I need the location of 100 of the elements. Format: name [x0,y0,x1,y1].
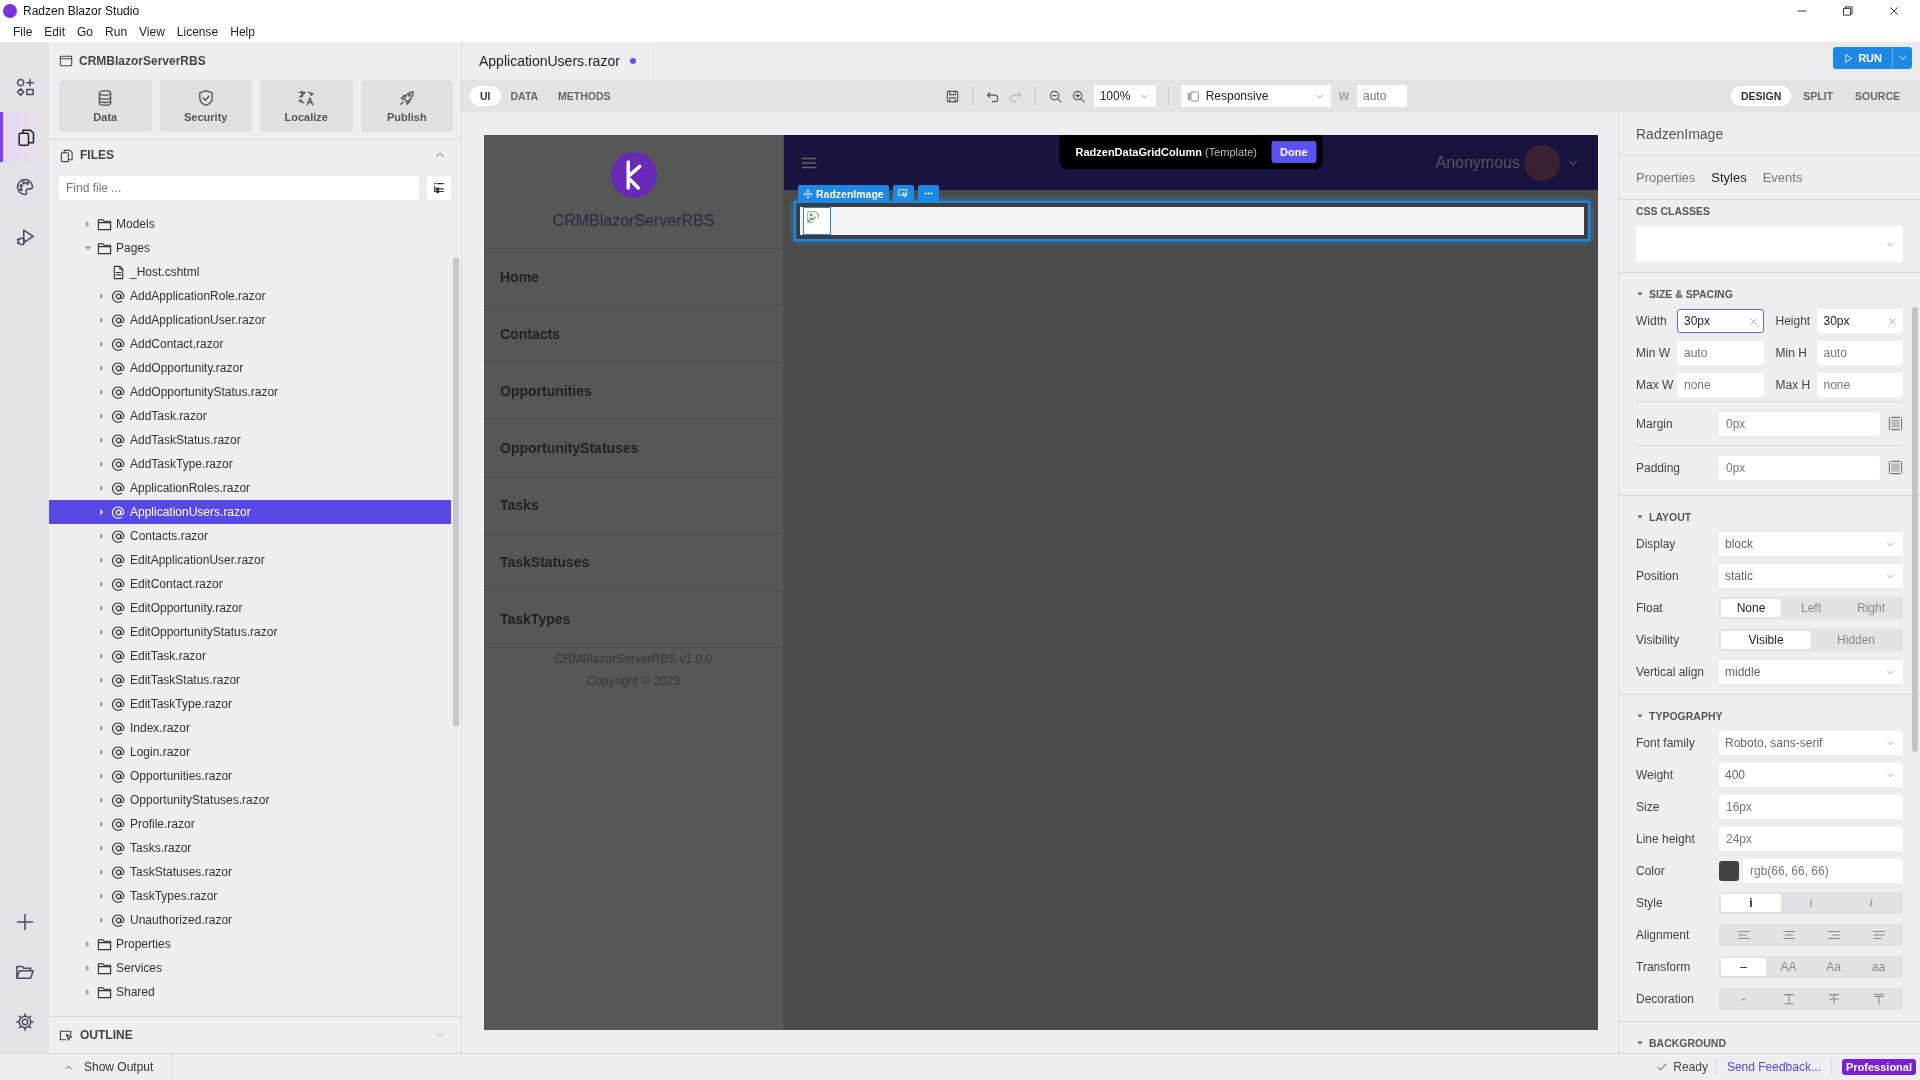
tree-item[interactable]: Tasks.razor [49,836,451,860]
tree-item[interactable]: Opportunities.razor [49,764,451,788]
view-tab[interactable]: SPLIT [1793,86,1844,106]
inspector-tab[interactable]: Events [1762,170,1803,185]
tree-item[interactable]: AddOpportunityStatus.razor [49,380,451,404]
input-field[interactable]: 0px [1719,455,1880,480]
tree-item[interactable]: AddTask.razor [49,404,451,428]
settings-icon[interactable] [14,1012,35,1032]
width-field[interactable]: auto [1357,85,1407,107]
view-tab[interactable]: SOURCE [1845,86,1910,106]
view-tab[interactable]: DESIGN [1731,86,1792,106]
tree-item[interactable]: ApplicationRoles.razor [49,476,451,500]
menu-item[interactable]: Run [99,24,134,39]
menu-item[interactable]: Go [71,24,100,39]
tree-item[interactable]: Models [49,212,451,236]
input-field[interactable]: 16px [1719,795,1903,819]
tree-item[interactable]: AddOpportunity.razor [49,356,451,380]
box-model-icon[interactable] [1888,416,1903,431]
tree-item[interactable]: EditTask.razor [49,644,451,668]
mode-tab[interactable]: METHODS [548,86,621,106]
tree-item[interactable]: Pages [49,236,451,260]
tree-item[interactable]: EditTaskType.razor [49,692,451,716]
input-field[interactable]: auto [1816,341,1903,365]
input-field[interactable]: 0px [1719,411,1880,436]
inspector-tab[interactable]: Styles [1711,170,1747,185]
select-field[interactable]: middle [1719,660,1903,684]
toggle-option[interactable]: Visible [1721,631,1811,649]
tree-item[interactable]: Login.razor [49,740,451,764]
done-button[interactable]: Done [1271,141,1317,163]
inspector-tab[interactable]: Properties [1636,170,1696,185]
tree-item[interactable]: Contacts.razor [49,524,451,548]
tree-item[interactable]: Profile.razor [49,812,451,836]
zoom-in-icon[interactable] [1070,88,1086,104]
input-field[interactable]: auto [1677,341,1764,365]
tree-item[interactable]: EditApplicationUser.razor [49,548,451,572]
toggle-option[interactable]: i [1721,894,1781,912]
tree-item[interactable]: EditOpportunityStatus.razor [49,620,451,644]
input-field[interactable]: rgb(66, 66, 66) [1743,859,1903,883]
tree-item[interactable]: Unauthorized.razor [49,908,451,932]
tree-item[interactable]: Index.razor [49,716,451,740]
zoom-dropdown[interactable]: 100% [1093,85,1156,107]
toggle-option[interactable]: None [1721,599,1781,617]
clear-icon[interactable] [1748,317,1758,326]
zoom-out-icon[interactable] [1047,88,1063,104]
run-button[interactable]: RUN [1833,47,1892,69]
select-field[interactable]: Roboto, sans-serif [1719,731,1903,755]
tree-item[interactable]: TaskStatuses.razor [49,860,451,884]
tree-item[interactable]: _Host.cshtml [49,260,451,284]
tree-item[interactable]: EditOpportunity.razor [49,596,451,620]
menu-item[interactable]: Edit [38,24,72,39]
input-field[interactable]: none [1816,373,1903,397]
tree-item[interactable]: ApplicationUsers.razor [49,500,451,524]
scrollbar[interactable] [453,257,459,727]
show-output-button[interactable]: Show Output [49,1054,173,1080]
tree-item[interactable]: AddApplicationUser.razor [49,308,451,332]
input-field[interactable]: 30px [1677,309,1764,333]
tree-item[interactable]: OpportunityStatuses.razor [49,788,451,812]
tree-item[interactable]: EditContact.razor [49,572,451,596]
menu-item[interactable]: Help [224,24,261,39]
toggle-option[interactable]: – [1721,958,1766,976]
tree-item[interactable]: AddContact.razor [49,332,451,356]
tree-item[interactable]: Shared [49,980,451,1004]
action-button[interactable]: Localize [260,80,353,132]
mode-tab[interactable]: DATA [500,86,549,106]
search-field[interactable]: Find file ... [59,176,419,200]
input-field[interactable]: 30px [1816,309,1903,333]
action-button[interactable]: Publish [360,80,453,132]
input-field[interactable]: none [1677,373,1764,397]
clear-icon[interactable] [1888,317,1897,326]
action-button[interactable]: Data [59,80,152,132]
scrollbar[interactable] [1912,307,1918,752]
menu-item[interactable]: View [133,24,171,39]
select-field[interactable]: block [1719,532,1903,556]
plus-icon[interactable] [14,912,35,932]
maximize-icon[interactable] [1842,4,1854,17]
tree-item[interactable]: TaskTypes.razor [49,884,451,908]
mode-tab[interactable]: UI [470,86,501,106]
tree-item[interactable]: Properties [49,932,451,956]
select-field[interactable]: 400 [1719,763,1903,787]
run-menu-button[interactable] [1892,47,1912,69]
color-swatch[interactable] [1719,861,1739,881]
select-field[interactable]: static [1719,564,1903,588]
tree-item[interactable]: AddTaskType.razor [49,452,451,476]
tree-item[interactable]: Services [49,956,451,980]
component-title: RadzenImage [1619,112,1920,156]
select-field[interactable] [1636,226,1903,262]
tree-item[interactable]: EditTaskStatus.razor [49,668,451,692]
menu-item[interactable]: License [170,24,225,39]
device-dropdown[interactable]: Responsive [1180,85,1331,107]
close-icon[interactable] [1888,4,1900,17]
save-icon[interactable] [944,88,960,104]
tree-item[interactable]: AddTaskStatus.razor [49,428,451,452]
tree-item[interactable]: AddApplicationRole.razor [49,284,451,308]
input-field[interactable]: 24px [1719,827,1903,851]
action-button[interactable]: Security [159,80,252,132]
box-model-icon[interactable] [1888,460,1903,475]
menu-item[interactable]: File [7,24,39,39]
document-tab[interactable]: ApplicationUsers.razor [462,42,652,80]
feedback-link[interactable]: Send Feedback... [1716,1059,1832,1075]
tree-view-button[interactable] [427,176,451,200]
